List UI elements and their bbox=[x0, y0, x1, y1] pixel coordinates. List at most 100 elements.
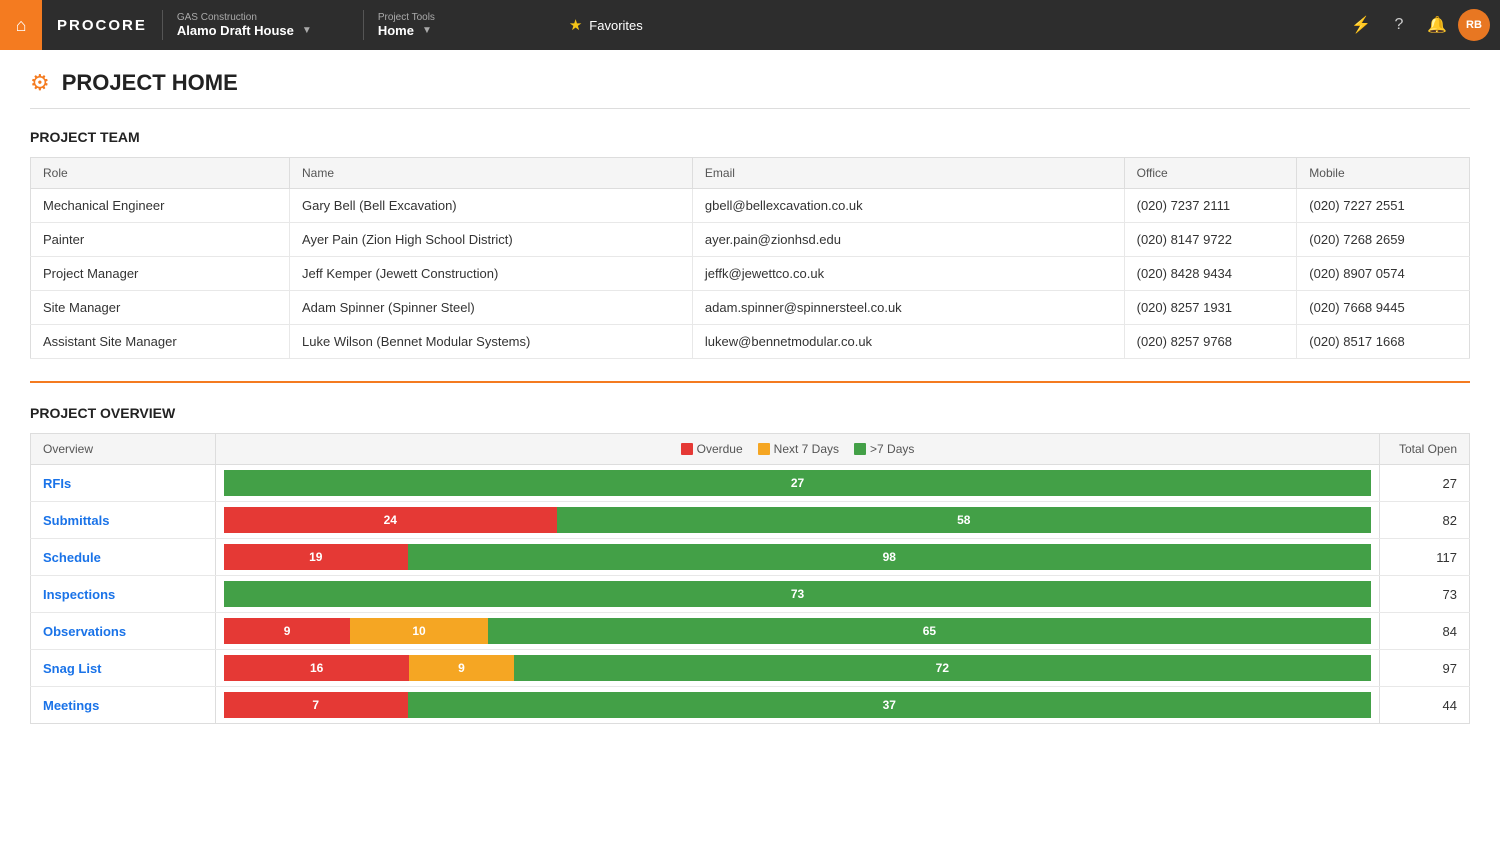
table-cell: adam.spinner@spinnersteel.co.uk bbox=[692, 291, 1124, 325]
bar-segment-gt7: 65 bbox=[488, 618, 1371, 644]
gear-icon: ⚙ bbox=[30, 70, 50, 96]
gt7-dot bbox=[854, 443, 866, 455]
next7-dot bbox=[758, 443, 770, 455]
overview-total-cell: 97 bbox=[1380, 650, 1470, 687]
table-row: Mechanical EngineerGary Bell (Bell Excav… bbox=[31, 189, 1470, 223]
bar-segment-gt7: 27 bbox=[224, 470, 1371, 496]
notifications-icon-button[interactable]: 🔔 bbox=[1420, 8, 1454, 42]
legend-overdue: Overdue bbox=[681, 442, 743, 456]
overview-bar-cell: 1998 bbox=[216, 539, 1380, 576]
overview-row-label[interactable]: Schedule bbox=[31, 539, 216, 576]
col-name: Name bbox=[290, 158, 693, 189]
bar-segment-gt7: 58 bbox=[557, 507, 1371, 533]
favorites-button[interactable]: ★ Favorites bbox=[554, 0, 658, 50]
legend-next7: Next 7 Days bbox=[758, 442, 839, 456]
team-table: Role Name Email Office Mobile Mechanical… bbox=[30, 157, 1470, 359]
table-cell: (020) 8257 1931 bbox=[1124, 291, 1297, 325]
help-icon-button[interactable]: ? bbox=[1382, 8, 1416, 42]
tools-dropdown[interactable]: Project Tools Home ▼ bbox=[364, 0, 554, 50]
bar-segment-next7: 10 bbox=[350, 618, 488, 644]
table-cell: Adam Spinner (Spinner Steel) bbox=[290, 291, 693, 325]
table-cell: (020) 8428 9434 bbox=[1124, 257, 1297, 291]
table-cell: Jeff Kemper (Jewett Construction) bbox=[290, 257, 693, 291]
overview-total-cell: 117 bbox=[1380, 539, 1470, 576]
section-divider-orange bbox=[30, 381, 1470, 383]
table-cell: Mechanical Engineer bbox=[31, 189, 290, 223]
logo-area: PROCORE bbox=[42, 17, 162, 34]
team-table-header: Role Name Email Office Mobile bbox=[31, 158, 1470, 189]
table-cell: Luke Wilson (Bennet Modular Systems) bbox=[290, 325, 693, 359]
plugin-icon-button[interactable]: ⚡ bbox=[1344, 8, 1378, 42]
favorites-label: Favorites bbox=[589, 18, 642, 33]
overview-total-cell: 44 bbox=[1380, 687, 1470, 724]
company-name: Alamo Draft House bbox=[177, 23, 294, 38]
overview-data-row: Submittals245882 bbox=[31, 502, 1470, 539]
overview-bar-cell: 91065 bbox=[216, 613, 1380, 650]
project-team-title: PROJECT TEAM bbox=[30, 129, 1470, 145]
page-title-row: ⚙ PROJECT HOME bbox=[30, 70, 1470, 96]
tools-value: Home bbox=[378, 23, 414, 38]
table-cell: (020) 7227 2551 bbox=[1297, 189, 1470, 223]
table-cell: gbell@bellexcavation.co.uk bbox=[692, 189, 1124, 223]
col-mobile: Mobile bbox=[1297, 158, 1470, 189]
legend: Overdue Next 7 Days >7 Days bbox=[228, 442, 1367, 456]
table-cell: (020) 7668 9445 bbox=[1297, 291, 1470, 325]
legend-gt7: >7 Days bbox=[854, 442, 914, 456]
overdue-label: Overdue bbox=[697, 442, 743, 456]
overview-row-label[interactable]: Inspections bbox=[31, 576, 216, 613]
overview-data-row: Snag List1697297 bbox=[31, 650, 1470, 687]
table-cell: Painter bbox=[31, 223, 290, 257]
table-cell: Site Manager bbox=[31, 291, 290, 325]
table-row: Site ManagerAdam Spinner (Spinner Steel)… bbox=[31, 291, 1470, 325]
overview-data-row: RFIs 27 27 bbox=[31, 465, 1470, 502]
overview-data-row: Schedule1998117 bbox=[31, 539, 1470, 576]
overview-row-label[interactable]: Submittals bbox=[31, 502, 216, 539]
bar-segment-overdue: 9 bbox=[224, 618, 350, 644]
table-row: Assistant Site ManagerLuke Wilson (Benne… bbox=[31, 325, 1470, 359]
table-cell: (020) 8907 0574 bbox=[1297, 257, 1470, 291]
tools-label: Project Tools bbox=[378, 12, 540, 23]
overview-row-label[interactable]: Snag List bbox=[31, 650, 216, 687]
col-office: Office bbox=[1124, 158, 1297, 189]
table-cell: Project Manager bbox=[31, 257, 290, 291]
overview-bar-cell: 737 bbox=[216, 687, 1380, 724]
overview-bar-cell: 27 bbox=[216, 465, 1380, 502]
overview-table: Overview Overdue Next 7 Days bbox=[30, 433, 1470, 724]
table-cell: Ayer Pain (Zion High School District) bbox=[290, 223, 693, 257]
company-dropdown-arrow: ▼ bbox=[302, 25, 312, 36]
overview-row-label[interactable]: Observations bbox=[31, 613, 216, 650]
bar-segment-gt7: 37 bbox=[408, 692, 1371, 718]
tools-dropdown-arrow: ▼ bbox=[422, 25, 432, 36]
overview-data-row: Inspections7373 bbox=[31, 576, 1470, 613]
avatar[interactable]: RB bbox=[1458, 9, 1490, 41]
col-role: Role bbox=[31, 158, 290, 189]
bar-segment-overdue: 24 bbox=[224, 507, 557, 533]
table-cell: Assistant Site Manager bbox=[31, 325, 290, 359]
home-icon: ⌂ bbox=[16, 15, 27, 36]
main-content: ⚙ PROJECT HOME PROJECT TEAM Role Name Em… bbox=[0, 50, 1500, 843]
total-col-header: Total Open bbox=[1380, 434, 1470, 465]
table-row: Project ManagerJeff Kemper (Jewett Const… bbox=[31, 257, 1470, 291]
bar-segment-overdue: 19 bbox=[224, 544, 408, 570]
title-divider bbox=[30, 108, 1470, 109]
table-cell: (020) 8147 9722 bbox=[1124, 223, 1297, 257]
col-email: Email bbox=[692, 158, 1124, 189]
nav-right-icons: ⚡ ? 🔔 RB bbox=[1344, 8, 1500, 42]
overview-data-row: Observations9106584 bbox=[31, 613, 1470, 650]
company-dropdown[interactable]: GAS Construction Alamo Draft House ▼ bbox=[163, 0, 363, 50]
table-cell: ayer.pain@zionhsd.edu bbox=[692, 223, 1124, 257]
bar-segment-gt7: 98 bbox=[408, 544, 1371, 570]
overview-header-row: Overview Overdue Next 7 Days bbox=[31, 434, 1470, 465]
overview-row-label[interactable]: Meetings bbox=[31, 687, 216, 724]
bar-segment-overdue: 7 bbox=[224, 692, 408, 718]
overview-total-cell: 27 bbox=[1380, 465, 1470, 502]
project-overview-section: PROJECT OVERVIEW Overview Overdue bbox=[30, 405, 1470, 724]
table-row: PainterAyer Pain (Zion High School Distr… bbox=[31, 223, 1470, 257]
table-cell: (020) 7237 2111 bbox=[1124, 189, 1297, 223]
page-title: PROJECT HOME bbox=[62, 70, 238, 96]
home-button[interactable]: ⌂ bbox=[0, 0, 42, 50]
overview-row-label[interactable]: RFIs bbox=[31, 465, 216, 502]
project-team-section: PROJECT TEAM Role Name Email Office Mobi… bbox=[30, 129, 1470, 359]
gt7-label: >7 Days bbox=[870, 442, 914, 456]
overview-bar-cell: 2458 bbox=[216, 502, 1380, 539]
